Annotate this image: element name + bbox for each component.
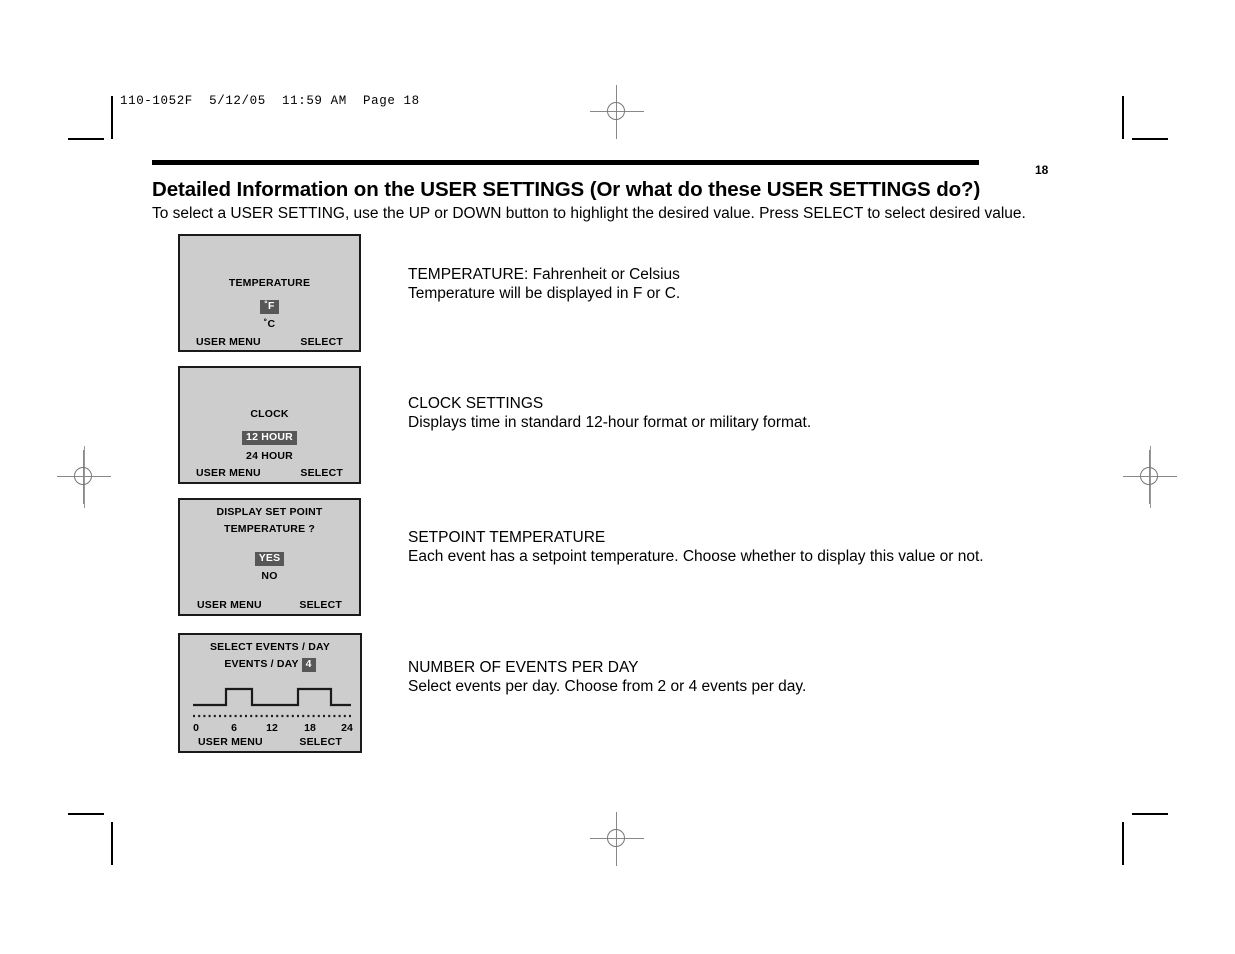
description-temperature: TEMPERATURE: Fahrenheit or Celsius Tempe… [408,265,680,303]
description-clock-line1: CLOCK SETTINGS [408,395,544,412]
lcd-panel-temperature: TEMPERATURE ˚F ˚C USER MENU SELECT [178,234,361,352]
registration-mark-right [1123,450,1177,504]
description-clock-line2: Displays time in standard 12-hour format… [408,414,812,432]
axis-tick-18: 18 [304,722,316,734]
option-fahrenheit[interactable]: ˚F [180,300,359,315]
user-menu-button[interactable]: USER MENU [198,736,263,748]
description-temperature-line2: Temperature will be displayed in F or C. [408,285,681,303]
events-schedule-graph [193,677,351,721]
panel-title-select-events-line1: SELECT EVENTS / DAY [209,641,331,653]
description-setpoint-line1: SETPOINT TEMPERATURE [408,529,606,546]
axis-tick-0: 0 [193,722,199,734]
description-temperature-line1: TEMPERATURE: Fahrenheit or Celsius [408,266,680,283]
events-axis-tick-labels: 0 6 12 18 24 [193,722,353,736]
description-setpoint-line2: Each event has a setpoint temperature. C… [408,548,984,566]
select-button[interactable]: SELECT [299,599,342,611]
select-button[interactable]: SELECT [300,467,343,479]
crop-mark-bottom-right-vertical [1122,822,1124,865]
header-rule [152,160,979,165]
panel-footer-display-set-point: USER MENU SELECT [180,599,359,611]
description-setpoint: SETPOINT TEMPERATURE Each event has a se… [408,528,984,566]
panel-title-display-set-point-line1: DISPLAY SET POINT [216,506,323,518]
panel-footer-temperature: USER MENU SELECT [180,336,359,348]
select-button[interactable]: SELECT [300,336,343,348]
axis-tick-6: 6 [231,722,237,734]
registration-mark-left [57,450,111,504]
crop-mark-bottom-right-horizontal [1132,813,1168,815]
registration-circle [74,467,92,485]
page-title: Detailed Information on the USER SETTING… [152,178,981,201]
registration-circle [1140,467,1158,485]
option-24-hour-label: 24 HOUR [246,450,293,462]
registration-circle [607,102,625,120]
panel-title-display-set-point-line2: TEMPERATURE ? [223,523,316,535]
crop-mark-top-left-horizontal [68,138,104,140]
schedule-waveform [193,687,351,707]
crop-mark-top-right-horizontal [1132,138,1168,140]
crop-mark-top-left-vertical [111,96,113,139]
panel-footer-select-events: USER MENU SELECT [180,736,360,748]
option-yes[interactable]: YES [180,552,359,567]
events-schedule-svg [193,687,351,718]
panel-title-temperature: TEMPERATURE [228,277,311,289]
panel-title-clock: CLOCK [250,408,289,420]
lcd-panel-clock: CLOCK 12 HOUR 24 HOUR USER MENU SELECT [178,366,361,484]
crop-mark-bottom-left-horizontal [68,813,104,815]
description-clock: CLOCK SETTINGS Displays time in standard… [408,394,811,432]
crop-mark-bottom-left-vertical [111,822,113,865]
option-yes-label: YES [254,552,285,567]
option-12-hour[interactable]: 12 HOUR [180,431,359,446]
option-celsius-label: ˚C [263,318,276,330]
select-button[interactable]: SELECT [299,736,342,748]
option-no[interactable]: NO [180,570,359,582]
crop-mark-top-right-vertical [1122,96,1124,139]
lcd-panel-display-set-point: DISPLAY SET POINT TEMPERATURE ? YES NO U… [178,498,361,616]
axis-tick-24: 24 [341,722,353,734]
description-events-line2: Select events per day. Choose from 2 or … [408,678,807,696]
events-per-day-row[interactable]: EVENTS / DAY 4 [180,658,360,673]
lcd-panel-select-events-per-day: SELECT EVENTS / DAY EVENTS / DAY 4 0 6 1… [178,633,362,753]
registration-mark-top [590,85,644,139]
axis-tick-12: 12 [266,722,278,734]
events-per-day-label: EVENTS / DAY [224,658,299,670]
events-per-day-value: 4 [301,658,316,673]
option-fahrenheit-label: ˚F [260,300,279,315]
user-menu-button[interactable]: USER MENU [196,467,261,479]
user-menu-button[interactable]: USER MENU [197,599,262,611]
registration-mark-bottom [590,812,644,866]
panel-footer-clock: USER MENU SELECT [180,467,359,479]
option-celsius[interactable]: ˚C [180,318,359,330]
option-24-hour[interactable]: 24 HOUR [180,450,359,462]
page-content: Detailed Information on the USER SETTING… [152,160,1082,222]
user-menu-button[interactable]: USER MENU [196,336,261,348]
page-subtitle: To select a USER SETTING, use the UP or … [152,204,1026,222]
registration-circle [607,829,625,847]
option-12-hour-label: 12 HOUR [242,431,297,446]
print-slug: 110-1052F 5/12/05 11:59 AM Page 18 [120,94,420,108]
description-events: NUMBER OF EVENTS PER DAY Select events p… [408,658,806,696]
description-events-line1: NUMBER OF EVENTS PER DAY [408,659,639,676]
option-no-label: NO [261,570,278,582]
